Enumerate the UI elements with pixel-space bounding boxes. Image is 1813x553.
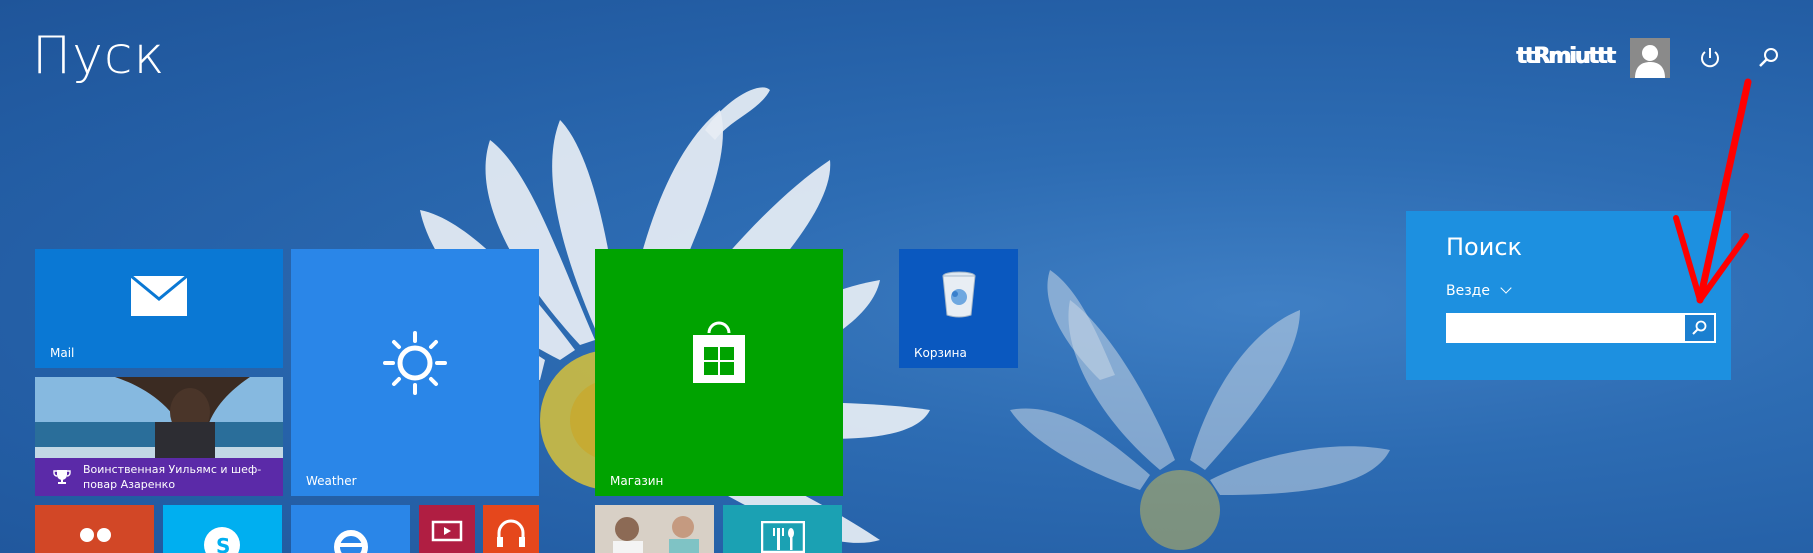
recycle-bin-icon <box>941 271 977 323</box>
tile-mail[interactable]: Mail <box>35 249 283 368</box>
tile-internet-explorer[interactable] <box>291 505 410 553</box>
daisy-secondary <box>1010 270 1390 550</box>
start-title: Пуск <box>32 26 166 86</box>
tile-food[interactable] <box>723 505 842 553</box>
chevron-down-icon <box>1500 282 1512 294</box>
tile-news[interactable]: Воинственная Уильямс и шеф-повар Азаренк… <box>35 377 283 496</box>
tile-label: Магазин <box>610 474 664 488</box>
tile-recycle-bin[interactable]: Корзина <box>899 249 1018 368</box>
video-icon <box>431 520 463 548</box>
search-submit-button[interactable] <box>1683 313 1716 343</box>
mail-icon <box>130 274 188 321</box>
power-icon[interactable] <box>1696 44 1724 72</box>
tile-skype[interactable]: S <box>163 505 282 553</box>
search-input[interactable] <box>1446 313 1683 343</box>
tile-label: Корзина <box>914 346 967 360</box>
search-panel: Поиск Везде <box>1406 211 1731 380</box>
food-icon <box>760 520 806 553</box>
skype-icon: S <box>197 523 247 553</box>
health-photo <box>595 505 714 553</box>
tile-video[interactable] <box>419 505 475 553</box>
search-icon[interactable] <box>1754 44 1782 72</box>
tile-people[interactable] <box>35 505 154 553</box>
news-caption-bar: Воинственная Уильямс и шеф-повар Азаренк… <box>35 458 283 496</box>
tile-store[interactable]: Магазин <box>595 249 843 496</box>
start-screen: Пуск ttRmiuttt Mail Воинственная Уильямс… <box>0 0 1813 553</box>
tile-label: Mail <box>50 346 75 360</box>
search-scope-dropdown[interactable]: Везде <box>1446 282 1512 299</box>
user-name[interactable]: ttRmiuttt <box>1516 44 1616 69</box>
tile-health[interactable] <box>595 505 714 553</box>
store-bag-icon <box>691 319 747 389</box>
news-caption: Воинственная Уильямс и шеф-повар Азаренк… <box>83 463 262 491</box>
music-icon <box>495 519 527 553</box>
people-icon <box>73 525 117 553</box>
tile-music[interactable] <box>483 505 539 553</box>
internet-explorer-icon <box>329 525 373 553</box>
search-icon <box>1692 320 1707 335</box>
tile-weather[interactable]: Weather <box>291 249 539 496</box>
search-title: Поиск <box>1446 233 1523 261</box>
sun-icon <box>381 329 449 401</box>
svg-text:S: S <box>216 534 230 553</box>
search-scope-label: Везде <box>1446 283 1490 299</box>
user-avatar-icon[interactable] <box>1630 38 1670 78</box>
tile-label: Weather <box>306 474 357 488</box>
trophy-icon <box>53 468 71 490</box>
